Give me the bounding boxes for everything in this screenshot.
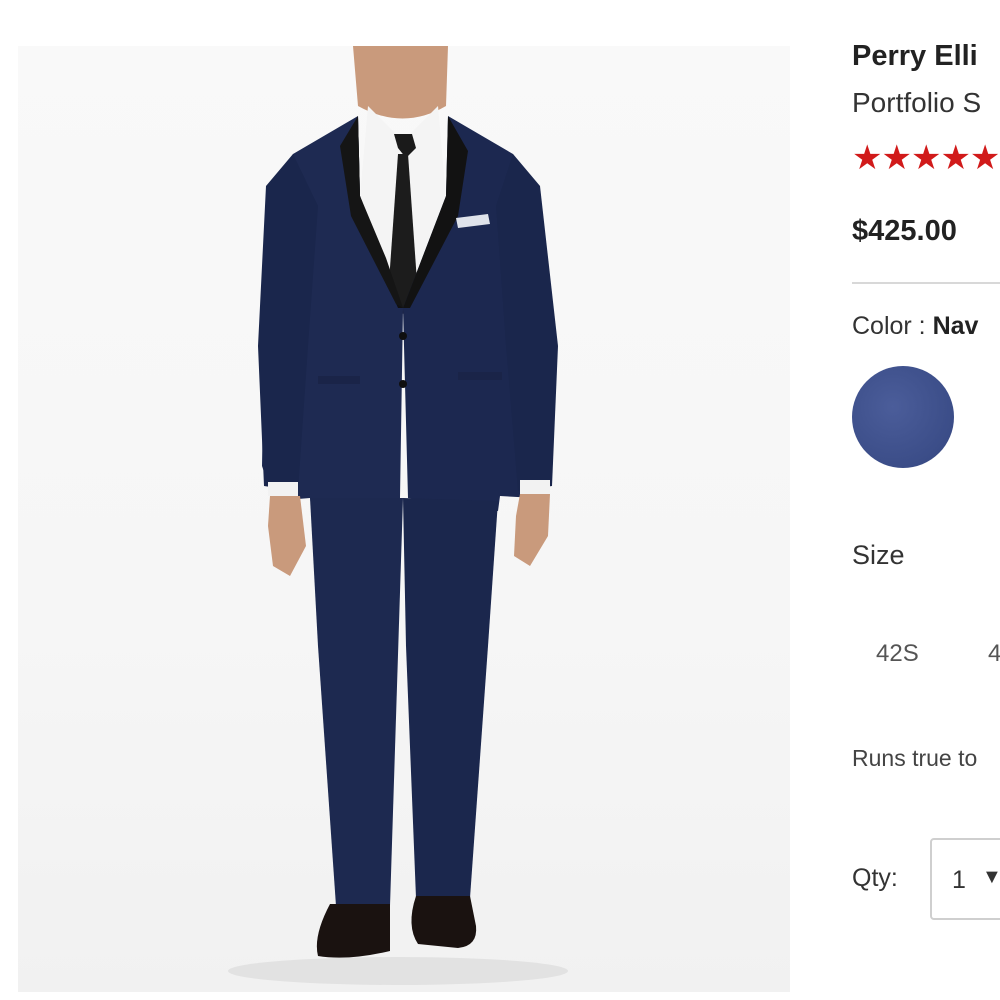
product-image[interactable]: [18, 46, 790, 992]
rating-stars[interactable]: ★★★★★: [852, 138, 1000, 178]
suit-model-illustration: [228, 46, 568, 985]
chevron-down-icon: ▼: [982, 866, 1000, 888]
fit-note: Runs true to: [852, 745, 978, 771]
color-selector-label: Color : Nav: [852, 312, 978, 341]
product-name[interactable]: Portfolio S: [852, 87, 981, 119]
divider: [852, 282, 1000, 284]
selected-color-name: Nav: [932, 312, 979, 340]
color-swatch-navy[interactable]: [852, 366, 954, 468]
quantity-label: Qty:: [852, 864, 898, 892]
product-page: Perry Elli Portfolio S ★★★★★ $425.00 Col…: [0, 0, 1000, 1000]
color-label: Color :: [852, 312, 926, 340]
quantity-select[interactable]: 1 ▼: [930, 838, 1000, 920]
size-option[interactable]: 4: [988, 640, 1000, 668]
product-price: $425.00: [852, 215, 957, 247]
quantity-value: 1: [952, 866, 966, 894]
size-option[interactable]: 42S: [876, 640, 919, 668]
size-label: Size: [852, 540, 905, 570]
product-info-panel: Perry Elli Portfolio S ★★★★★ $425.00 Col…: [852, 0, 1000, 1000]
product-brand[interactable]: Perry Elli: [852, 40, 978, 73]
